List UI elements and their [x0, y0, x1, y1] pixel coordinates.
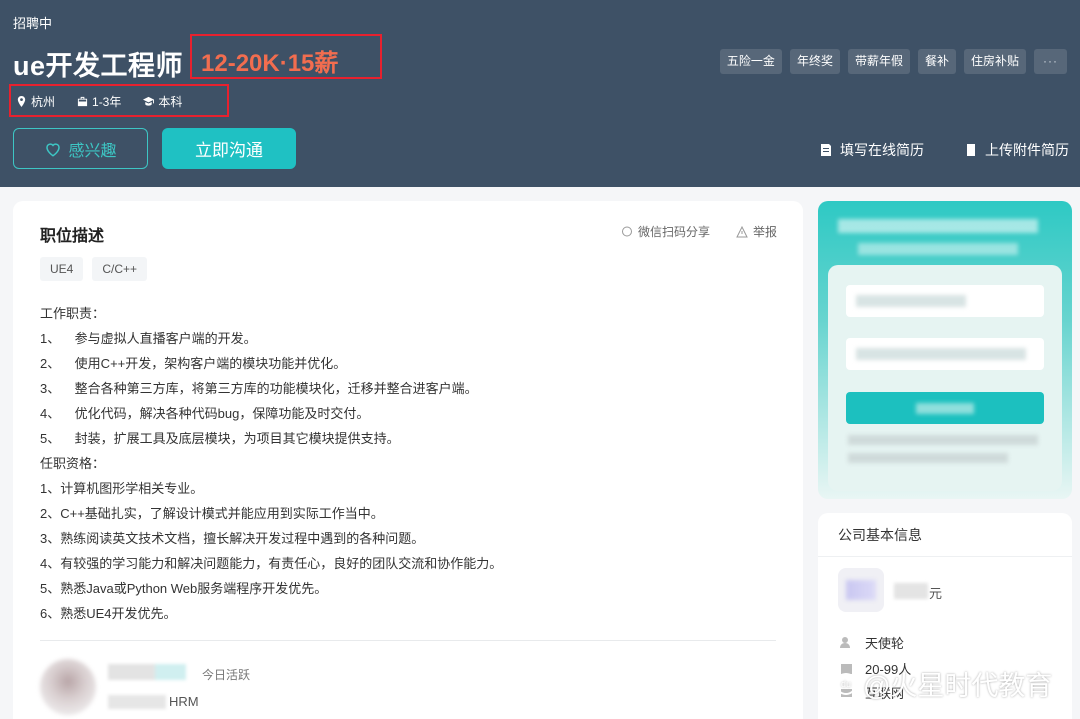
benefit-tags: 五险一金 年终奖 带薪年假 餐补 住房补贴 ···: [719, 49, 1067, 74]
recruiter-active-status: 今日活跃: [202, 668, 251, 682]
watermark-logo-icon: du: [835, 672, 857, 695]
divider: [818, 556, 1072, 557]
section-title: 职位描述: [40, 228, 105, 245]
skill-tag: UE4: [40, 257, 84, 281]
blurred-note: [848, 453, 1008, 463]
promo-form: [828, 265, 1062, 491]
chat-now-button[interactable]: 立即沟通: [162, 128, 296, 169]
desc-line: 工作职责：: [40, 306, 106, 321]
job-description-card: 职位描述 微信扫码分享 举报 UE4 C/C++ 工作职责： 1、 参与虚拟人直…: [13, 201, 803, 719]
funding-icon: [840, 637, 850, 648]
benefit-tag: 年终奖: [789, 49, 840, 74]
chat-bubble-icon: [621, 226, 632, 236]
company-funding: 天使轮: [840, 633, 904, 652]
desc-line: 6、熟悉UE4开发优先。: [40, 606, 177, 621]
recruiter-name-blurred: [108, 664, 186, 680]
attachment-icon: [967, 144, 975, 156]
more-benefits-button[interactable]: ···: [1034, 49, 1067, 74]
watermark: du @火星时代教育: [835, 664, 1052, 703]
graduation-cap-icon: [143, 96, 155, 106]
promo-input-1[interactable]: [846, 285, 1044, 317]
blurred-note: [848, 435, 1038, 445]
job-status: 招聘中: [13, 16, 53, 31]
benefit-tag: 餐补: [917, 49, 956, 74]
job-header: 招聘中 ue开发工程师 12-20K·15薪 杭州 1-3年 本科 五险一金 年…: [0, 0, 1080, 187]
company-logo[interactable]: [838, 568, 884, 612]
fill-online-resume-link[interactable]: 填写在线简历: [819, 140, 924, 160]
job-meta: 杭州 1-3年 本科: [16, 93, 182, 110]
job-description-text: 工作职责： 1、 参与虚拟人直播客户端的开发。 2、 使用C++开发，架构客户端…: [40, 301, 502, 626]
company-section-title: 公司基本信息: [838, 527, 922, 543]
wechat-share-link[interactable]: 微信扫码分享: [621, 223, 710, 240]
desc-line: 任职资格：: [40, 456, 106, 471]
desc-line: 3、熟练阅读英文技术文档，擅长解决开发过程中遇到的各种问题。: [40, 531, 425, 546]
heart-icon: [46, 142, 61, 157]
skill-tags: UE4 C/C++: [40, 257, 148, 281]
promo-input-2[interactable]: [846, 338, 1044, 370]
location-pin-icon: [17, 96, 26, 107]
meta-location: 杭州: [16, 93, 55, 110]
warning-icon: [736, 225, 748, 237]
promo-panel-blurred: [818, 201, 1072, 499]
benefit-tag: 五险一金: [719, 49, 782, 74]
report-link[interactable]: 举报: [736, 223, 777, 240]
recruiter-avatar[interactable]: [40, 659, 96, 715]
desc-line: 3、 整合各种第三方库，将第三方库的功能模块化，迁移并整合进客户端。: [40, 381, 478, 396]
desc-line: 4、 优化代码，解决各种代码bug，保障功能及时交付。: [40, 406, 370, 421]
salary: 12-20K·15薪: [201, 50, 339, 77]
desc-line: 5、熟悉Java或Python Web服务端程序开发优先。: [40, 581, 328, 596]
skill-tag: C/C++: [92, 257, 148, 281]
interest-button-label: 感兴趣: [68, 142, 117, 160]
desc-line: 4、有较强的学习能力和解决问题能力，有责任心，良好的团队交流和协作能力。: [40, 556, 503, 571]
desc-line: 1、 参与虚拟人直播客户端的开发。: [40, 331, 257, 346]
recruiter-company-blurred: [108, 695, 166, 709]
company-name-suffix: 元: [929, 586, 943, 601]
desc-line: 2、C++基础扎实，了解设计模式并能应用到实际工作当中。: [40, 506, 384, 521]
briefcase-icon: [77, 96, 88, 107]
desc-line: 1、计算机图形学相关专业。: [40, 481, 204, 496]
blurred-subheading: [858, 243, 1018, 255]
meta-experience: 1-3年: [77, 93, 121, 110]
recruiter-role: HRM: [169, 694, 199, 709]
upload-attachment-resume-link[interactable]: 上传附件简历: [964, 140, 1069, 160]
promo-submit-button[interactable]: [846, 392, 1044, 424]
benefit-tag: 住房补贴: [963, 49, 1026, 74]
interest-button[interactable]: 感兴趣: [13, 128, 148, 169]
company-name-blurred: [894, 583, 928, 599]
resume-form-icon: [821, 144, 831, 156]
desc-line: 2、 使用C++开发，架构客户端的模块功能并优化。: [40, 356, 347, 371]
meta-education: 本科: [143, 93, 182, 110]
job-title: ue开发工程师: [13, 51, 184, 81]
card-actions: 微信扫码分享 举报: [621, 223, 777, 240]
desc-line: 5、 封装，扩展工具及底层模块，为项目其它模块提供支持。: [40, 431, 400, 446]
blurred-heading: [838, 219, 1038, 233]
divider: [40, 640, 776, 641]
benefit-tag: 带薪年假: [847, 49, 910, 74]
